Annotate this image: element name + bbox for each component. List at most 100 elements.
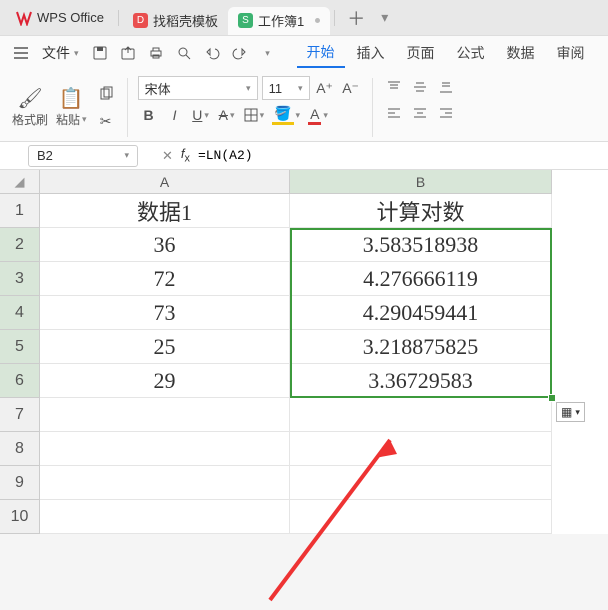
- align-bottom-button[interactable]: [435, 76, 457, 98]
- tab-menu-button[interactable]: ▾: [373, 9, 396, 26]
- bold-button[interactable]: B: [138, 104, 160, 126]
- border-button[interactable]: ▾: [242, 104, 267, 126]
- align-right-button[interactable]: [435, 102, 457, 124]
- cell[interactable]: [290, 432, 552, 466]
- menu-home[interactable]: 开始: [297, 38, 345, 68]
- qat-customize[interactable]: ▾: [255, 40, 281, 66]
- separator: [334, 10, 335, 26]
- cell[interactable]: 73: [40, 296, 290, 330]
- cell[interactable]: 72: [40, 262, 290, 296]
- cell[interactable]: [40, 500, 290, 534]
- cell[interactable]: 3.218875825: [290, 330, 552, 364]
- title-tab-bar: WPS Office D 找稻壳模板 S 工作簿1 ＋ ▾: [0, 0, 608, 36]
- font-color-icon: A: [308, 106, 321, 125]
- format-painter-button[interactable]: 🖌 格式刷: [8, 74, 52, 141]
- cell[interactable]: [290, 466, 552, 500]
- row-header[interactable]: 6: [0, 364, 40, 398]
- select-all-corner[interactable]: ◢: [0, 170, 40, 194]
- preview-icon: [176, 45, 192, 61]
- menu-insert[interactable]: 插入: [347, 39, 395, 67]
- increase-font-icon: A⁺: [316, 80, 333, 97]
- cell[interactable]: 25: [40, 330, 290, 364]
- tab-icon: S: [238, 13, 253, 28]
- export-button[interactable]: [115, 40, 141, 66]
- column-header-A[interactable]: A: [40, 170, 290, 194]
- autofill-options-button[interactable]: ▦▾: [556, 402, 585, 422]
- row-header[interactable]: 1: [0, 194, 40, 228]
- fx-button[interactable]: fx: [181, 146, 190, 165]
- autofill-icon: ▦: [561, 405, 572, 419]
- menu-toggle-button[interactable]: [8, 40, 34, 66]
- menu-data[interactable]: 数据: [497, 39, 545, 67]
- fill-handle[interactable]: [548, 394, 556, 402]
- row-header[interactable]: 5: [0, 330, 40, 364]
- decrease-font-button[interactable]: A⁻: [340, 77, 362, 99]
- cell[interactable]: [40, 466, 290, 500]
- paste-label: 粘贴: [56, 111, 80, 128]
- chevron-down-icon: ▾: [204, 110, 209, 121]
- strikethrough-button[interactable]: A▾: [216, 104, 238, 126]
- cell[interactable]: 29: [40, 364, 290, 398]
- align-center-button[interactable]: [409, 102, 431, 124]
- name-box[interactable]: B2 ▾: [28, 145, 138, 167]
- row-header[interactable]: 4: [0, 296, 40, 330]
- cell[interactable]: [290, 500, 552, 534]
- increase-font-button[interactable]: A⁺: [314, 77, 336, 99]
- row-header[interactable]: 9: [0, 466, 40, 500]
- redo-button[interactable]: [227, 40, 253, 66]
- align-bottom-icon: [439, 80, 453, 94]
- menu-review[interactable]: 审阅: [547, 39, 595, 67]
- underline-button[interactable]: U▾: [190, 104, 212, 126]
- new-tab-button[interactable]: ＋: [339, 5, 373, 31]
- column-header-B[interactable]: B: [290, 170, 552, 194]
- cell[interactable]: 数据1: [40, 194, 290, 228]
- chevron-down-icon: ▾: [296, 110, 301, 121]
- cell[interactable]: [290, 398, 552, 432]
- spreadsheet-grid[interactable]: ◢ A B 1 数据1 计算对数 2 36 3.583518938 3 72 4…: [0, 170, 608, 534]
- chevron-down-icon: ▾: [260, 110, 265, 121]
- row-header[interactable]: 3: [0, 262, 40, 296]
- formula-input[interactable]: [198, 148, 600, 163]
- fill-color-button[interactable]: 🪣▾: [270, 104, 302, 126]
- align-top-button[interactable]: [383, 76, 405, 98]
- row-header[interactable]: 10: [0, 500, 40, 534]
- cell[interactable]: 3.583518938: [290, 228, 552, 262]
- tab-workbook[interactable]: S 工作簿1: [228, 7, 330, 35]
- font-color-button[interactable]: A▾: [306, 104, 330, 126]
- font-name-select[interactable]: 宋体 ▾: [138, 76, 258, 100]
- cell[interactable]: 4.276666119: [290, 262, 552, 296]
- save-button[interactable]: [87, 40, 113, 66]
- cell[interactable]: 3.36729583: [290, 364, 552, 398]
- copy-button[interactable]: [95, 83, 117, 105]
- row-header[interactable]: 2: [0, 228, 40, 262]
- file-menu[interactable]: 文件 ▾: [36, 39, 85, 67]
- cell[interactable]: [40, 432, 290, 466]
- cancel-formula-button[interactable]: ✕: [162, 148, 173, 164]
- align-middle-button[interactable]: [409, 76, 431, 98]
- font-size-value: 11: [269, 81, 283, 96]
- cell[interactable]: 36: [40, 228, 290, 262]
- undo-button[interactable]: [199, 40, 225, 66]
- cell[interactable]: 计算对数: [290, 194, 552, 228]
- print-preview-button[interactable]: [171, 40, 197, 66]
- print-button[interactable]: [143, 40, 169, 66]
- italic-button[interactable]: I: [164, 104, 186, 126]
- align-center-icon: [413, 106, 427, 120]
- menu-page[interactable]: 页面: [397, 39, 445, 67]
- menu-formula[interactable]: 公式: [447, 39, 495, 67]
- cell[interactable]: [40, 398, 290, 432]
- tab-template-search[interactable]: D 找稻壳模板: [123, 7, 228, 35]
- row-header[interactable]: 8: [0, 432, 40, 466]
- align-left-icon: [387, 106, 401, 120]
- cut-button[interactable]: ✂: [95, 111, 117, 133]
- paste-button[interactable]: 📋 粘贴▾: [52, 74, 91, 141]
- font-size-select[interactable]: 11 ▾: [262, 76, 310, 100]
- align-left-button[interactable]: [383, 102, 405, 124]
- underline-icon: U: [192, 107, 202, 123]
- undo-icon: [204, 45, 220, 61]
- cell[interactable]: 4.290459441: [290, 296, 552, 330]
- redo-icon: [232, 45, 248, 61]
- font-name-value: 宋体: [145, 79, 171, 98]
- row-header[interactable]: 7: [0, 398, 40, 432]
- chevron-down-icon: ▾: [575, 407, 580, 418]
